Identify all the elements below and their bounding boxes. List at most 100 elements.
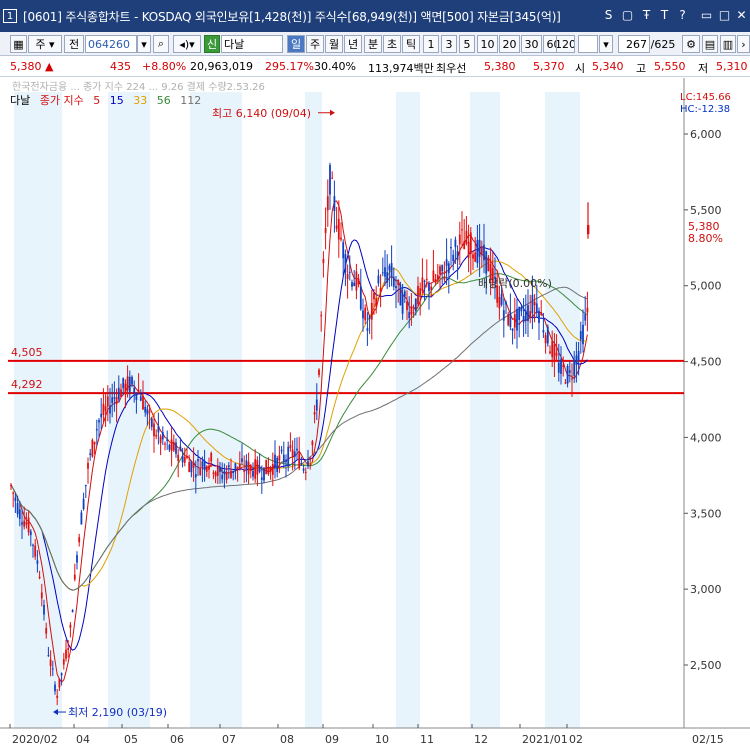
y-tick-label: 4,000 [690,431,722,444]
period-week[interactable]: 주 [306,35,324,53]
candle-body [199,468,202,475]
period-month[interactable]: 월 [325,35,343,53]
candle-body [432,270,435,282]
candle-body [555,352,558,356]
pin-button[interactable]: Ŧ [639,8,654,23]
stock-name-field[interactable]: 다날 [221,35,283,53]
sound-icon[interactable]: ◂)▾ [173,35,201,53]
candle-body [469,232,472,255]
bar-count-input[interactable]: 267 [618,35,650,53]
close-button[interactable]: ✕ [734,8,749,23]
legend-ma-33: 33 [133,94,148,107]
minimize-button[interactable]: ▭ [699,8,714,23]
legend-ma-5: 5 [93,94,101,107]
interval-dropdown-icon[interactable]: ▾ [599,35,613,53]
candle-body [452,254,455,262]
bid-price: 5,370 [533,60,565,73]
stock-code-input[interactable]: 064260 [85,35,137,53]
candle-body [47,655,50,657]
legend-ma-label: 종가 지수 [39,94,84,107]
candle-body [205,466,208,472]
interval-10[interactable]: 10 [477,35,498,53]
candle-body [192,462,195,468]
candle-body [399,284,402,306]
candle-body [25,522,28,525]
candle-body [287,446,290,467]
candle-body [58,678,61,688]
candle-body [179,446,182,451]
period-band [470,92,500,728]
s-button[interactable]: S [601,8,616,23]
candle-body [67,648,70,650]
dividend-note: 배당락(0.00%) [478,277,552,290]
candle-body [419,288,422,295]
candle-body [324,228,327,234]
period-minute[interactable]: 분 [364,35,382,53]
price-chart[interactable]: 4,505 4,292 6,000 5,500 5,000 4,500 4,000 3,50… [0,78,750,750]
candle-body [571,378,573,380]
up-arrow-icon: ▲ [45,60,54,73]
period-day[interactable]: 일 [287,35,305,53]
candle-body [333,196,336,212]
interval-30[interactable]: 30 [521,35,542,53]
candle-body [155,434,158,437]
candle-body [203,460,206,471]
chart-settings-icon[interactable]: ⚙ [682,35,700,53]
candle-body [32,544,34,546]
candle-body [12,492,15,494]
interval-input[interactable] [578,35,598,53]
layout-icon[interactable]: ▦ [10,35,27,53]
candle-body [505,301,507,305]
interval-3[interactable]: 3 [441,35,457,53]
period-year[interactable]: 년 [344,35,362,53]
candle-body [568,370,571,373]
candle-body [483,244,485,261]
x-tick-label: 2021/01 [522,733,568,746]
candle-body [21,522,23,525]
candle-body [318,369,320,376]
candle-body [249,465,252,472]
candle-body [430,286,433,290]
indicator-icon[interactable]: ▤ [702,35,718,53]
candle-body [56,695,59,698]
candle-body [434,279,437,283]
candle-body [201,461,204,467]
help-button[interactable]: ? [675,8,690,23]
legend-stock-name: 다날 [10,94,31,107]
candle-body [93,441,96,445]
candle-body [254,459,257,479]
candle-body [293,451,296,457]
period-second[interactable]: 초 [383,35,401,53]
candle-body [566,365,569,384]
interval-1[interactable]: 1 [423,35,439,53]
candle-body [238,463,241,470]
candle-body [364,307,367,321]
window-mode-button[interactable]: ▢ [620,8,635,23]
interval-20[interactable]: 20 [499,35,520,53]
code-dropdown-icon[interactable]: ▾ [137,35,151,53]
interval-120[interactable]: 120 [556,35,575,53]
candle-body [326,196,329,211]
prev-button[interactable]: 전 [64,35,84,53]
more-icon[interactable]: › [737,35,750,53]
market-select[interactable]: 주 ▾ [28,35,62,53]
candle-body [366,328,369,331]
interval-5[interactable]: 5 [459,35,475,53]
text-button[interactable]: T [657,8,672,23]
quote-strip: 5,380 ▲ 435 +8.80% 20,963,019 295.17% 30… [0,57,750,77]
candle-body [553,344,556,363]
candle-body [445,259,448,266]
market-label: 주 [35,38,46,51]
candle-body [322,258,325,264]
candle-body [236,466,239,469]
search-icon[interactable]: ⌕ [153,35,169,53]
maximize-button[interactable]: □ [717,8,732,23]
tools-icon[interactable]: ▥ [720,35,736,53]
candle-body [540,312,543,315]
candle-body [214,472,217,477]
candle-body [111,397,114,404]
candle-body [139,396,142,401]
period-tick[interactable]: 틱 [402,35,420,53]
candle-body [370,302,373,320]
candle-body [507,313,510,326]
